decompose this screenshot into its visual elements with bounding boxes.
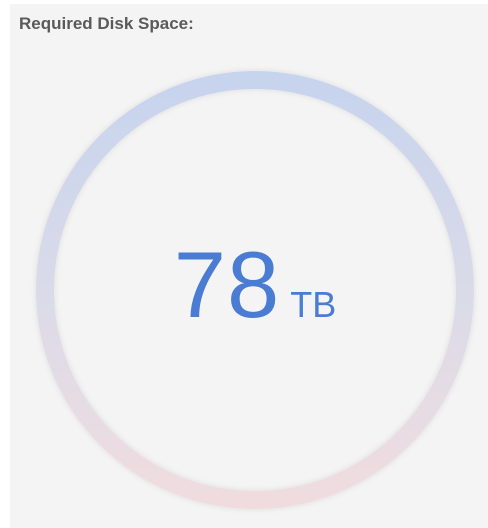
disk-space-readout: 78 TB <box>0 238 488 332</box>
disk-space-unit: TB <box>290 284 337 325</box>
disk-space-value: 78 <box>173 232 281 337</box>
